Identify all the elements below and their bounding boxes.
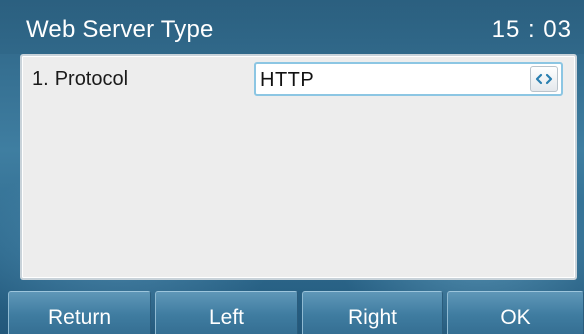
clock: 15 : 03 xyxy=(491,16,572,43)
right-soft-key[interactable]: Right xyxy=(302,291,443,334)
settings-panel: 1. Protocol HTTP xyxy=(20,54,577,280)
left-soft-key[interactable]: Left xyxy=(155,291,298,334)
left-right-arrows-icon[interactable] xyxy=(530,66,558,92)
page-title: Web Server Type xyxy=(26,16,214,43)
setting-label: 1. Protocol xyxy=(32,68,128,91)
phone-screen: Web Server Type 15 : 03 1. Protocol HTTP … xyxy=(0,0,584,334)
setting-name: Protocol xyxy=(54,68,129,90)
title-bar: Web Server Type 15 : 03 xyxy=(0,0,584,54)
setting-row-protocol[interactable]: 1. Protocol HTTP xyxy=(22,60,575,96)
soft-key-bar: Return Left Right OK xyxy=(0,291,584,334)
ok-soft-key[interactable]: OK xyxy=(447,291,584,334)
protocol-select[interactable]: HTTP xyxy=(254,62,563,96)
setting-index: 1. xyxy=(32,68,49,90)
protocol-value: HTTP xyxy=(260,69,315,91)
return-soft-key[interactable]: Return xyxy=(8,291,151,334)
